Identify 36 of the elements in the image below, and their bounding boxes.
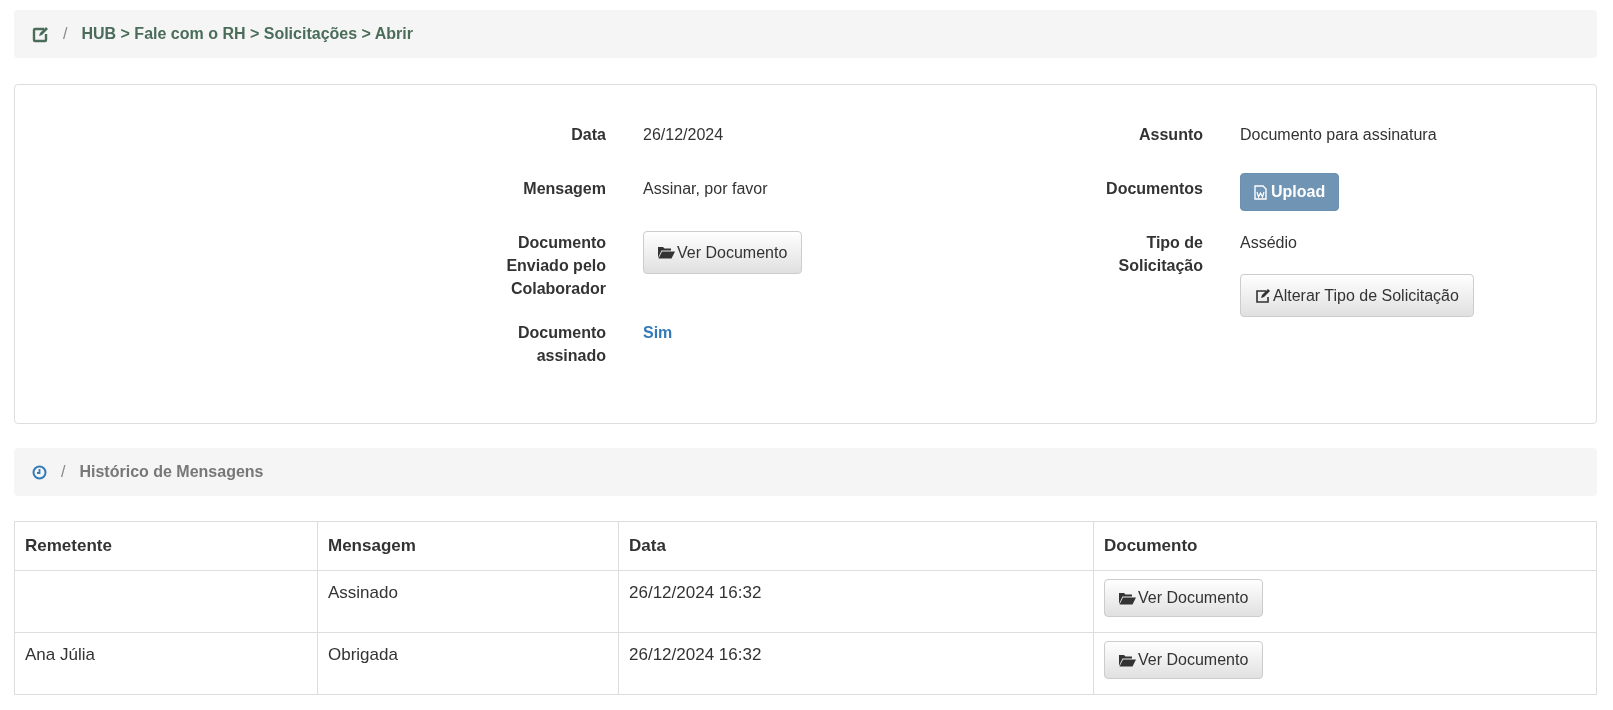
signed-link[interactable]: Sim (643, 324, 673, 341)
edit-icon (32, 25, 49, 43)
column-header: Mensagem (317, 521, 619, 571)
table-cell: Obrigada (317, 632, 619, 695)
view-document-button[interactable]: Ver Documento (1104, 641, 1264, 679)
change-type-button[interactable]: Alterar Tipo de Solicitação (1240, 274, 1474, 317)
breadcrumb-separator: / (63, 25, 68, 43)
view-document-button[interactable]: Ver Documento (1104, 579, 1264, 617)
column-header: Remetente (14, 521, 318, 571)
edit-icon (1255, 288, 1271, 303)
field-value: Documento para assinatura (1240, 126, 1437, 143)
folder-icon (1119, 591, 1136, 605)
field-label: Mensagem (523, 179, 606, 199)
clock-icon (32, 464, 47, 480)
history-title: Histórico de Mensagens (79, 463, 264, 481)
field-value: 26/12/2024 (643, 126, 724, 143)
field-label: Data (571, 125, 606, 145)
table-cell: 26/12/2024 16:32 (618, 632, 1094, 695)
table-cell: Assinado (317, 570, 619, 633)
table-cell: 26/12/2024 16:32 (618, 570, 1094, 633)
field-label: Documentos (1106, 179, 1203, 199)
field-label: Documento Enviado pelo Colaborador (505, 233, 606, 299)
field-label: Assunto (1139, 125, 1203, 145)
breadcrumb-path: HUB > Fale com o RH > Solicitações > Abrir (81, 25, 413, 43)
view-document-button[interactable]: Ver Documento (643, 231, 803, 274)
column-header: Data (618, 521, 1094, 571)
word-document-icon (1254, 184, 1267, 200)
breadcrumb-separator: / (61, 463, 66, 481)
field-value: Assinar, por favor (643, 180, 768, 197)
column-header: Documento (1093, 521, 1597, 571)
field-label: Documento assinado (517, 323, 606, 366)
field-label: Tipo de Solicitação (1117, 233, 1203, 276)
folder-icon (658, 246, 675, 259)
folder-icon (1119, 653, 1136, 667)
table-cell: Ana Júlia (14, 632, 318, 695)
field-value: Assédio (1240, 233, 1297, 253)
